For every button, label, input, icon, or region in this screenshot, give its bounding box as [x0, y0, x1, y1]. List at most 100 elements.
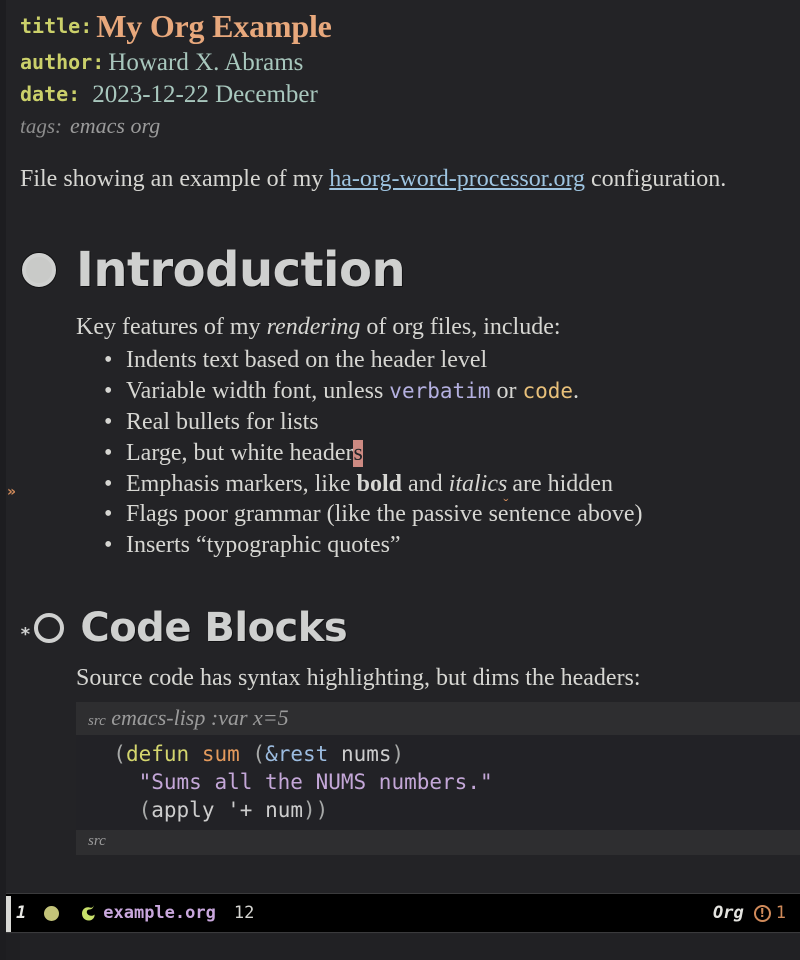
heading-introduction-label: Introduction — [76, 242, 406, 298]
error-count: 1 — [775, 903, 786, 923]
title-line: title: My Org Example — [20, 6, 800, 46]
echo-area-fringe — [6, 934, 20, 960]
code-token: ( — [113, 741, 126, 766]
author-keyword: author: — [20, 50, 105, 74]
code-token: num — [265, 798, 304, 823]
code-blocks-lead: Source code has syntax highlighting, but… — [76, 665, 641, 692]
mode-line-line-number: 12 — [233, 903, 255, 923]
org-file-link[interactable]: ha-org-word-processor.org — [329, 166, 585, 192]
list-item-text-post: . — [573, 377, 580, 404]
code-blocks-body: Source code has syntax highlighting, but… — [76, 663, 800, 856]
list-item: Large, but white headers — [104, 438, 800, 469]
code-token: ( — [138, 798, 152, 823]
ring-filled-icon — [20, 253, 76, 287]
mode-line-buffer-name[interactable]: example.org — [103, 903, 216, 923]
mode-line[interactable]: 1 example.org 12 Org ! 1 — [6, 893, 800, 933]
heading-stars: * — [20, 624, 31, 646]
date-keyword: date: — [20, 82, 81, 106]
echo-area — [6, 934, 800, 960]
lead-part1: Key features of my — [76, 314, 267, 340]
list-item-text: Large, but white header — [126, 439, 354, 466]
intro-text-after: configuration. — [585, 166, 727, 192]
code-token: defun — [125, 741, 190, 766]
code-token: ( — [252, 741, 266, 766]
list-item-text: Flags poor grammar (like the passive sen… — [126, 501, 643, 528]
warning-icon: ! — [753, 904, 771, 922]
source-block-args: emacs-lisp :var x=5 — [111, 705, 289, 731]
bold-text: bold — [356, 470, 402, 497]
code-token: &rest — [265, 741, 329, 766]
text-cursor: s — [353, 439, 363, 467]
error-indicator[interactable]: ! 1 — [753, 903, 786, 923]
source-block-footer: src — [76, 829, 800, 856]
list-item-text: Inserts “typographic quotes” — [126, 532, 401, 559]
source-code-line: (apply '+ num)) — [88, 798, 329, 823]
list-item-text-mid: and — [402, 470, 449, 497]
mode-line-window-indicator — [6, 896, 11, 932]
mode-line-right: Org ! 1 — [713, 903, 786, 923]
author-line: author: Howard X. Abrams — [20, 46, 800, 78]
mode-line-major-mode[interactable]: Org — [713, 903, 744, 923]
list-item: Inserts “typographic quotes” — [104, 530, 800, 561]
code-token: nums — [340, 741, 392, 766]
list-item-text: Real bullets for lists — [126, 408, 319, 435]
tags-line: tags: emacs org — [20, 110, 800, 142]
code-token: sum — [201, 741, 240, 766]
heading-introduction[interactable]: Introduction — [20, 242, 800, 298]
gnu-icon — [79, 903, 99, 923]
introduction-body: Key features of my rendering of org file… — [76, 312, 800, 561]
left-fringe: » — [6, 0, 20, 885]
source-code-line: (defun sum (&rest nums) — [88, 742, 404, 766]
ring-open-icon — [32, 613, 80, 644]
window-number: 1 — [16, 903, 27, 923]
emacs-frame: » title: My Org Example author: Howard X… — [0, 0, 800, 960]
org-buffer[interactable]: » title: My Org Example author: Howard X… — [0, 0, 800, 885]
document-tags: emacs org — [70, 113, 161, 138]
org-keyword-block: title: My Org Example author: Howard X. … — [20, 0, 800, 142]
document-date: 2023-12-22 December — [92, 80, 318, 108]
title-keyword: title: — [20, 14, 93, 38]
code-token: '+ — [227, 798, 253, 823]
code-token: "Sums all the NUMS numbers." — [138, 770, 493, 795]
introduction-lead: Key features of my rendering of org file… — [76, 312, 800, 343]
window-left-edge — [0, 0, 6, 960]
code-text: code — [522, 378, 574, 403]
buffer-text-area[interactable]: title: My Org Example author: Howard X. … — [20, 0, 800, 885]
buffer-status-dot — [44, 905, 60, 921]
list-item-text: Variable width font, unless — [126, 377, 390, 404]
source-code[interactable]: (defun sum (&rest nums) "Sums all the NU… — [76, 734, 800, 830]
list-item-text-mid: or — [490, 377, 523, 404]
intro-text-before: File showing an example of my — [20, 166, 330, 192]
fringe-overflow-marker: » — [7, 484, 17, 500]
lead-part2: of org files, include: — [360, 314, 561, 340]
tags-keyword: tags: — [20, 113, 62, 138]
code-token: ) — [391, 741, 405, 766]
source-code-line: "Sums all the NUMS numbers." — [88, 770, 493, 794]
lead-italic: rendering — [266, 314, 361, 340]
features-list: Indents text based on the header level V… — [104, 345, 800, 562]
mode-line-left: 1 example.org 12 — [16, 903, 713, 923]
source-begin-keyword: src — [88, 713, 106, 730]
list-item-text-post: are hidden — [512, 470, 613, 497]
list-item: Emphasis markers, like bold and italicsˬ… — [104, 469, 800, 502]
source-block[interactable]: src emacs-lisp :var x=5 (defun sum (&res… — [76, 702, 800, 856]
code-token: apply — [151, 798, 215, 823]
list-item: Flags poor grammar (like the passive sen… — [104, 499, 800, 530]
heading-code-blocks[interactable]: * Code Blocks — [20, 605, 800, 651]
list-item: Real bullets for lists — [104, 407, 800, 438]
list-item-text: Indents text based on the header level — [126, 346, 488, 373]
document-title: My Org Example — [96, 8, 332, 44]
source-block-header: src emacs-lisp :var x=5 — [76, 702, 800, 735]
heading-code-blocks-label: Code Blocks — [80, 605, 348, 652]
list-item: Indents text based on the header level — [104, 345, 800, 376]
list-item: Variable width font, unless verbatim or … — [104, 376, 800, 407]
verbatim-text: verbatim — [389, 378, 491, 403]
document-author: Howard X. Abrams — [108, 48, 304, 76]
code-token: )) — [303, 798, 329, 823]
